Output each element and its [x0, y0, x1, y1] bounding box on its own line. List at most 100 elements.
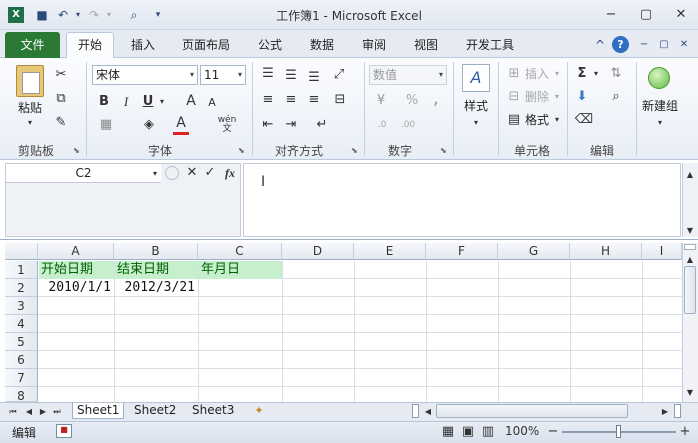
tab-formulas[interactable]: 公式 — [254, 35, 286, 55]
fill-color-icon[interactable]: ◈ — [140, 116, 158, 134]
percent-button[interactable]: % — [404, 92, 420, 110]
zoom-in-button[interactable]: + — [678, 423, 692, 441]
align-top-icon[interactable]: ☰ — [259, 65, 277, 83]
row-header-1[interactable]: 1 — [5, 261, 38, 279]
page-break-view-icon[interactable]: ▥ — [480, 423, 496, 441]
minimize-icon[interactable]: − — [601, 8, 621, 24]
name-box-dropdown-icon[interactable]: ▾ — [150, 165, 160, 183]
column-header-d[interactable]: D — [282, 243, 354, 260]
cut-icon[interactable]: ✂ — [52, 66, 70, 84]
align-middle-icon[interactable]: ☰ — [282, 67, 300, 85]
format-painter-icon[interactable]: ✎ — [52, 114, 70, 132]
column-header-e[interactable]: E — [354, 243, 426, 260]
sheet-tab-sheet1[interactable]: Sheet1 — [72, 403, 125, 419]
increase-indent-icon[interactable]: ⇥ — [282, 116, 300, 134]
font-name-select[interactable]: 宋体 ▾ — [92, 65, 198, 85]
zoom-slider-thumb[interactable] — [616, 425, 621, 438]
zoom-level[interactable]: 100% — [505, 424, 539, 438]
next-sheet-icon[interactable]: ▶ — [38, 403, 48, 421]
hsplit-box-icon[interactable] — [674, 404, 681, 418]
workbook-close-icon[interactable]: ✕ — [676, 37, 692, 53]
autosum-button[interactable]: Σ — [574, 65, 590, 83]
decrease-decimal-icon[interactable]: .00 — [397, 116, 419, 134]
align-bottom-icon[interactable]: ☰ — [305, 69, 323, 87]
scroll-left-icon[interactable]: ◀ — [423, 403, 433, 421]
styles-icon[interactable]: A — [462, 64, 490, 92]
tab-review[interactable]: 审阅 — [358, 35, 390, 55]
row-header-7[interactable]: 7 — [5, 369, 38, 387]
first-sheet-icon[interactable]: ⏮ — [8, 403, 18, 421]
name-box[interactable]: C2 — [6, 164, 161, 183]
row-header-8[interactable]: 8 — [5, 387, 38, 403]
grow-font-button[interactable]: A — [184, 92, 198, 110]
align-center-icon[interactable]: ≡ — [282, 91, 300, 109]
format-cells-button[interactable]: 格式 — [522, 111, 552, 129]
increase-decimal-icon[interactable]: .0 — [371, 116, 393, 134]
tab-insert[interactable]: 插入 — [126, 35, 160, 55]
cell-c1[interactable]: 年月日 — [199, 261, 282, 279]
delete-cells-icon[interactable]: ⊟ — [506, 88, 522, 106]
workbook-minimize-icon[interactable]: − — [636, 37, 652, 53]
close-icon[interactable]: ✕ — [671, 8, 691, 24]
column-header-i[interactable]: I — [642, 243, 682, 260]
cell-a1[interactable]: 开始日期 — [39, 261, 114, 279]
row-header-4[interactable]: 4 — [5, 315, 38, 333]
autosum-dropdown-icon[interactable]: ▾ — [591, 65, 601, 83]
currency-format-icon[interactable]: ¥ — [371, 92, 391, 110]
alignment-launcher-icon[interactable]: ⬊ — [351, 146, 358, 155]
paste-dropdown-icon[interactable]: ▾ — [22, 114, 38, 132]
font-launcher-icon[interactable]: ⬊ — [238, 146, 245, 155]
new-group-dropdown-icon[interactable]: ▾ — [652, 114, 668, 132]
new-group-button[interactable]: 新建组 — [638, 97, 682, 115]
formula-expand-icon[interactable] — [165, 166, 179, 180]
column-header-b[interactable]: B — [114, 243, 198, 260]
decrease-indent-icon[interactable]: ⇤ — [259, 116, 277, 134]
delete-cells-button[interactable]: 删除 — [522, 88, 552, 106]
last-sheet-icon[interactable]: ⏭ — [52, 403, 62, 421]
styles-dropdown-icon[interactable]: ▾ — [468, 114, 484, 132]
column-header-g[interactable]: G — [498, 243, 570, 260]
underline-button[interactable]: U — [140, 93, 156, 111]
column-header-c[interactable]: C — [198, 243, 282, 260]
clear-icon[interactable]: ⌫ — [574, 111, 594, 129]
align-right-icon[interactable]: ≡ — [305, 91, 323, 109]
row-header-6[interactable]: 6 — [5, 351, 38, 369]
formula-input[interactable] — [243, 163, 681, 237]
tab-data[interactable]: 数据 — [306, 35, 338, 55]
vertical-scroll-thumb[interactable] — [684, 266, 696, 314]
restore-icon[interactable]: ▢ — [636, 8, 656, 24]
cell-a2[interactable]: 2010/1/1 — [39, 279, 113, 297]
styles-button[interactable]: 样式 — [458, 97, 494, 115]
sort-filter-icon[interactable]: ⇅ — [606, 65, 626, 83]
cell-b1[interactable]: 结束日期 — [115, 261, 198, 279]
fill-icon[interactable]: ⬇ — [574, 88, 590, 106]
macro-record-icon[interactable]: ■ — [56, 424, 72, 438]
copy-icon[interactable]: ⧉ — [52, 90, 70, 108]
align-left-icon[interactable]: ≡ — [259, 91, 277, 109]
find-select-icon[interactable]: ⌕ — [606, 88, 626, 106]
help-icon[interactable]: ? — [612, 36, 629, 53]
tab-home[interactable]: 开始 — [66, 32, 114, 59]
tab-file[interactable]: 文件 — [5, 32, 60, 58]
new-group-icon[interactable] — [648, 67, 670, 89]
border-icon[interactable]: ▦ — [96, 116, 116, 134]
delete-dropdown-icon[interactable]: ▾ — [552, 88, 562, 106]
select-all-corner[interactable] — [5, 243, 38, 260]
minimize-ribbon-icon[interactable]: ^ — [592, 37, 608, 53]
row-header-3[interactable]: 3 — [5, 297, 38, 315]
insert-sheet-icon[interactable]: ✦ — [250, 402, 268, 420]
scroll-down-icon[interactable]: ▼ — [684, 384, 696, 402]
italic-button[interactable]: I — [118, 93, 134, 111]
horizontal-scroll-thumb[interactable] — [436, 404, 628, 418]
tab-developer[interactable]: 开发工具 — [462, 35, 518, 55]
column-header-f[interactable]: F — [426, 243, 498, 260]
insert-function-button[interactable]: fx — [221, 164, 239, 182]
insert-cells-button[interactable]: 插入 — [522, 65, 552, 83]
insert-dropdown-icon[interactable]: ▾ — [552, 65, 562, 83]
column-header-h[interactable]: H — [570, 243, 642, 260]
normal-view-icon[interactable]: ▦ — [440, 423, 456, 441]
format-dropdown-icon[interactable]: ▾ — [552, 111, 562, 129]
scroll-right-icon[interactable]: ▶ — [660, 403, 670, 421]
page-layout-view-icon[interactable]: ▣ — [460, 423, 476, 441]
sheet-tab-sheet2[interactable]: Sheet2 — [130, 403, 180, 419]
